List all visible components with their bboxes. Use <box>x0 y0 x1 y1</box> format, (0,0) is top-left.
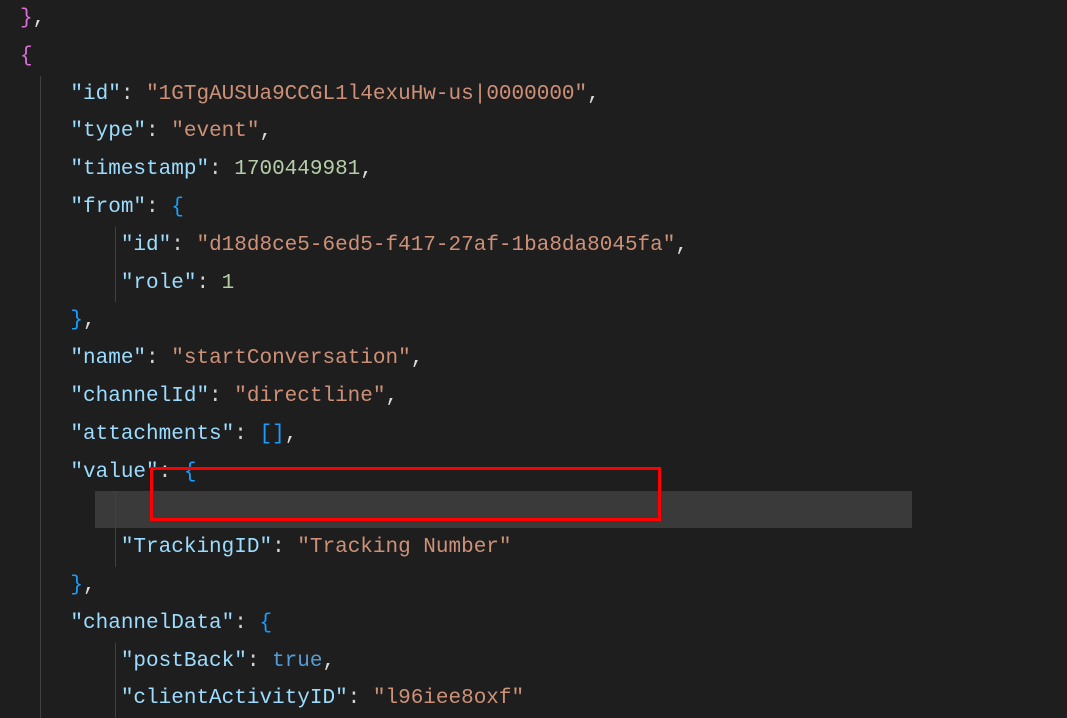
json-key: "type" <box>70 120 146 143</box>
code-line: "timestamp": 1700449981, <box>0 151 1067 189</box>
code-line: "channelId": "directline", <box>0 378 1067 416</box>
open-brace: { <box>171 196 184 219</box>
line-highlight <box>95 491 912 528</box>
json-key: "role" <box>121 272 197 295</box>
json-key: "channelId" <box>70 385 209 408</box>
json-string: "l96iee8oxf" <box>373 687 524 710</box>
open-brace: { <box>20 45 33 68</box>
json-string: "directline" <box>234 385 385 408</box>
code-line: "name": "startConversation", <box>0 340 1067 378</box>
open-brace: { <box>259 612 272 635</box>
code-line: "clientActivityID": "l96iee8oxf" <box>0 680 1067 718</box>
json-key: "postBack" <box>121 650 247 673</box>
code-line: "role": 1 <box>0 265 1067 303</box>
open-bracket: [ <box>259 423 272 446</box>
open-brace: { <box>184 461 197 484</box>
code-line: "from": { <box>0 189 1067 227</box>
close-brace: } <box>70 574 83 597</box>
json-key: "from" <box>70 196 146 219</box>
json-key: "id" <box>121 234 171 257</box>
json-string: "1GTgAUSUa9CCGL1l4exuHw-us|0000000" <box>146 83 587 106</box>
code-line: { <box>0 38 1067 76</box>
json-key: "value" <box>70 461 158 484</box>
json-key-tracking: "TrackingID" <box>121 536 272 559</box>
json-key: "name" <box>70 347 146 370</box>
comma: , <box>33 7 46 30</box>
json-key: "attachments" <box>70 423 234 446</box>
code-line: }, <box>0 0 1067 38</box>
json-key: "clientActivityID" <box>121 687 348 710</box>
code-line: "value": { <box>0 454 1067 492</box>
json-key: "timestamp" <box>70 158 209 181</box>
code-line: "attachments": [], <box>0 416 1067 454</box>
code-line-highlighted <box>0 491 1067 529</box>
code-editor[interactable]: }, { "id": "1GTgAUSUa9CCGL1l4exuHw-us|00… <box>0 0 1067 718</box>
close-brace: } <box>70 309 83 332</box>
code-line-boxed: "TrackingID": "Tracking Number" <box>0 529 1067 567</box>
json-string: "startConversation" <box>171 347 410 370</box>
close-brace: } <box>20 7 33 30</box>
json-key: "id" <box>70 83 120 106</box>
code-line: "id": "d18d8ce5-6ed5-f417-27af-1ba8da804… <box>0 227 1067 265</box>
json-number: 1700449981 <box>234 158 360 181</box>
json-bool: true <box>272 650 322 673</box>
close-bracket: ] <box>272 423 285 446</box>
code-line: "type": "event", <box>0 113 1067 151</box>
json-string-tracking: "Tracking Number" <box>297 536 511 559</box>
json-key: "channelData" <box>70 612 234 635</box>
json-string: "event" <box>171 120 259 143</box>
json-number: 1 <box>222 272 235 295</box>
code-line: }, <box>0 302 1067 340</box>
code-line: "id": "1GTgAUSUa9CCGL1l4exuHw-us|0000000… <box>0 76 1067 114</box>
code-line: "channelData": { <box>0 605 1067 643</box>
json-string: "d18d8ce5-6ed5-f417-27af-1ba8da8045fa" <box>196 234 675 257</box>
code-line: }, <box>0 567 1067 605</box>
code-line: "postBack": true, <box>0 643 1067 681</box>
